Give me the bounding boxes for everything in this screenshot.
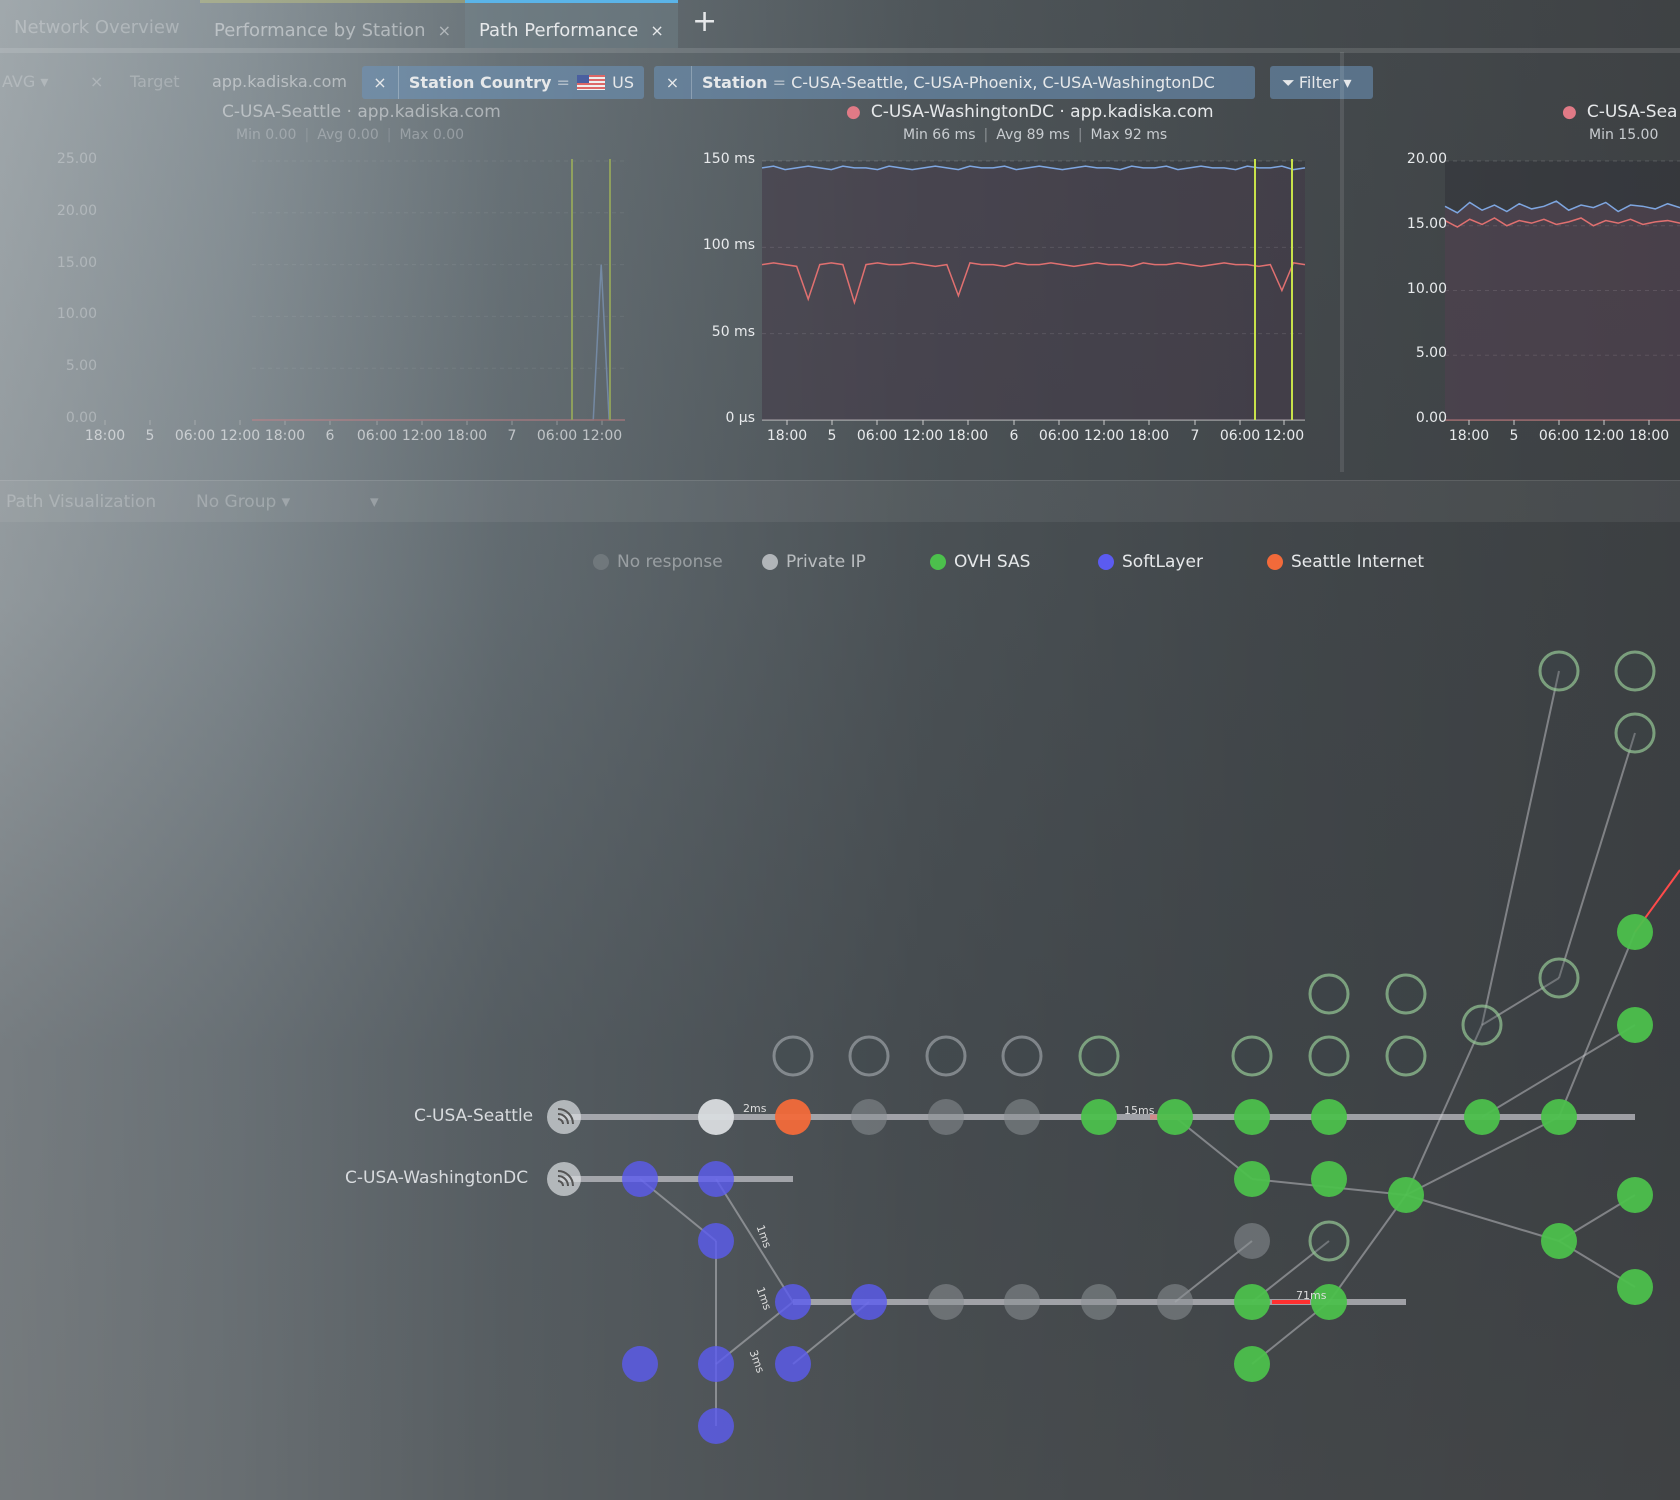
node-softlayer <box>622 1346 658 1382</box>
node-ovh-sas <box>1541 1223 1577 1259</box>
node-ovh-sas <box>1081 1099 1117 1135</box>
node-unreachable <box>1308 973 1350 1015</box>
node-no-response <box>1234 1223 1270 1259</box>
node-softlayer <box>698 1346 734 1382</box>
node-softlayer <box>698 1161 734 1197</box>
node-ovh-sas <box>1157 1099 1193 1135</box>
node-unreachable <box>848 1035 890 1077</box>
node-softlayer <box>851 1284 887 1320</box>
node-unreachable <box>1538 957 1580 999</box>
node-seattle-internet <box>775 1099 811 1135</box>
node-unreachable <box>772 1035 814 1077</box>
node-unreachable <box>1308 1220 1350 1262</box>
node-ovh-sas <box>1541 1099 1577 1135</box>
node-unreachable <box>1308 1035 1350 1077</box>
node-ovh-sas <box>1234 1161 1270 1197</box>
node-no-response <box>1157 1284 1193 1320</box>
node-unreachable <box>1614 712 1656 754</box>
station-label-washingtondc: C-USA-WashingtonDC <box>345 1168 529 1188</box>
node-unreachable <box>1614 650 1656 692</box>
node-unreachable <box>1461 1004 1503 1046</box>
node-ovh-sas <box>1617 1269 1653 1305</box>
node-ovh-sas <box>1234 1284 1270 1320</box>
node-ovh-sas <box>1388 1177 1424 1213</box>
path-graph <box>547 650 1680 1444</box>
node-unreachable <box>1538 650 1580 692</box>
node-no-response <box>851 1099 887 1135</box>
node-unreachable <box>1078 1035 1120 1077</box>
node-softlayer <box>698 1408 734 1444</box>
node-unreachable <box>1001 1035 1043 1077</box>
edge-latency-label: 71ms <box>1296 1289 1327 1302</box>
node-ovh-sas <box>1311 1099 1347 1135</box>
node-no-response <box>1004 1284 1040 1320</box>
node-ovh-sas <box>1617 1007 1653 1043</box>
node-ovh-sas <box>1464 1099 1500 1135</box>
node-ovh-sas <box>1617 1177 1653 1213</box>
node-softlayer <box>698 1223 734 1259</box>
node-no-response <box>928 1284 964 1320</box>
node-ovh-sas <box>1617 914 1653 950</box>
node-no-response <box>1004 1099 1040 1135</box>
node-unreachable <box>1385 973 1427 1015</box>
edge-latency-label: 2ms <box>743 1102 767 1115</box>
edge-latency-label: 15ms <box>1124 1104 1155 1117</box>
node-softlayer <box>775 1284 811 1320</box>
station-label-seattle: C-USA-Seattle <box>414 1106 534 1126</box>
node-unreachable <box>925 1035 967 1077</box>
node-ovh-sas <box>1234 1346 1270 1382</box>
node-ovh-sas <box>1311 1161 1347 1197</box>
path-link <box>1405 1194 1560 1242</box>
node-unreachable <box>1231 1035 1273 1077</box>
node-no-response <box>1081 1284 1117 1320</box>
node-no-response <box>928 1099 964 1135</box>
node-softlayer <box>622 1161 658 1197</box>
node-ovh-sas <box>1234 1099 1270 1135</box>
node-softlayer <box>775 1346 811 1382</box>
node-private-ip <box>698 1099 734 1135</box>
node-unreachable <box>1385 1035 1427 1077</box>
